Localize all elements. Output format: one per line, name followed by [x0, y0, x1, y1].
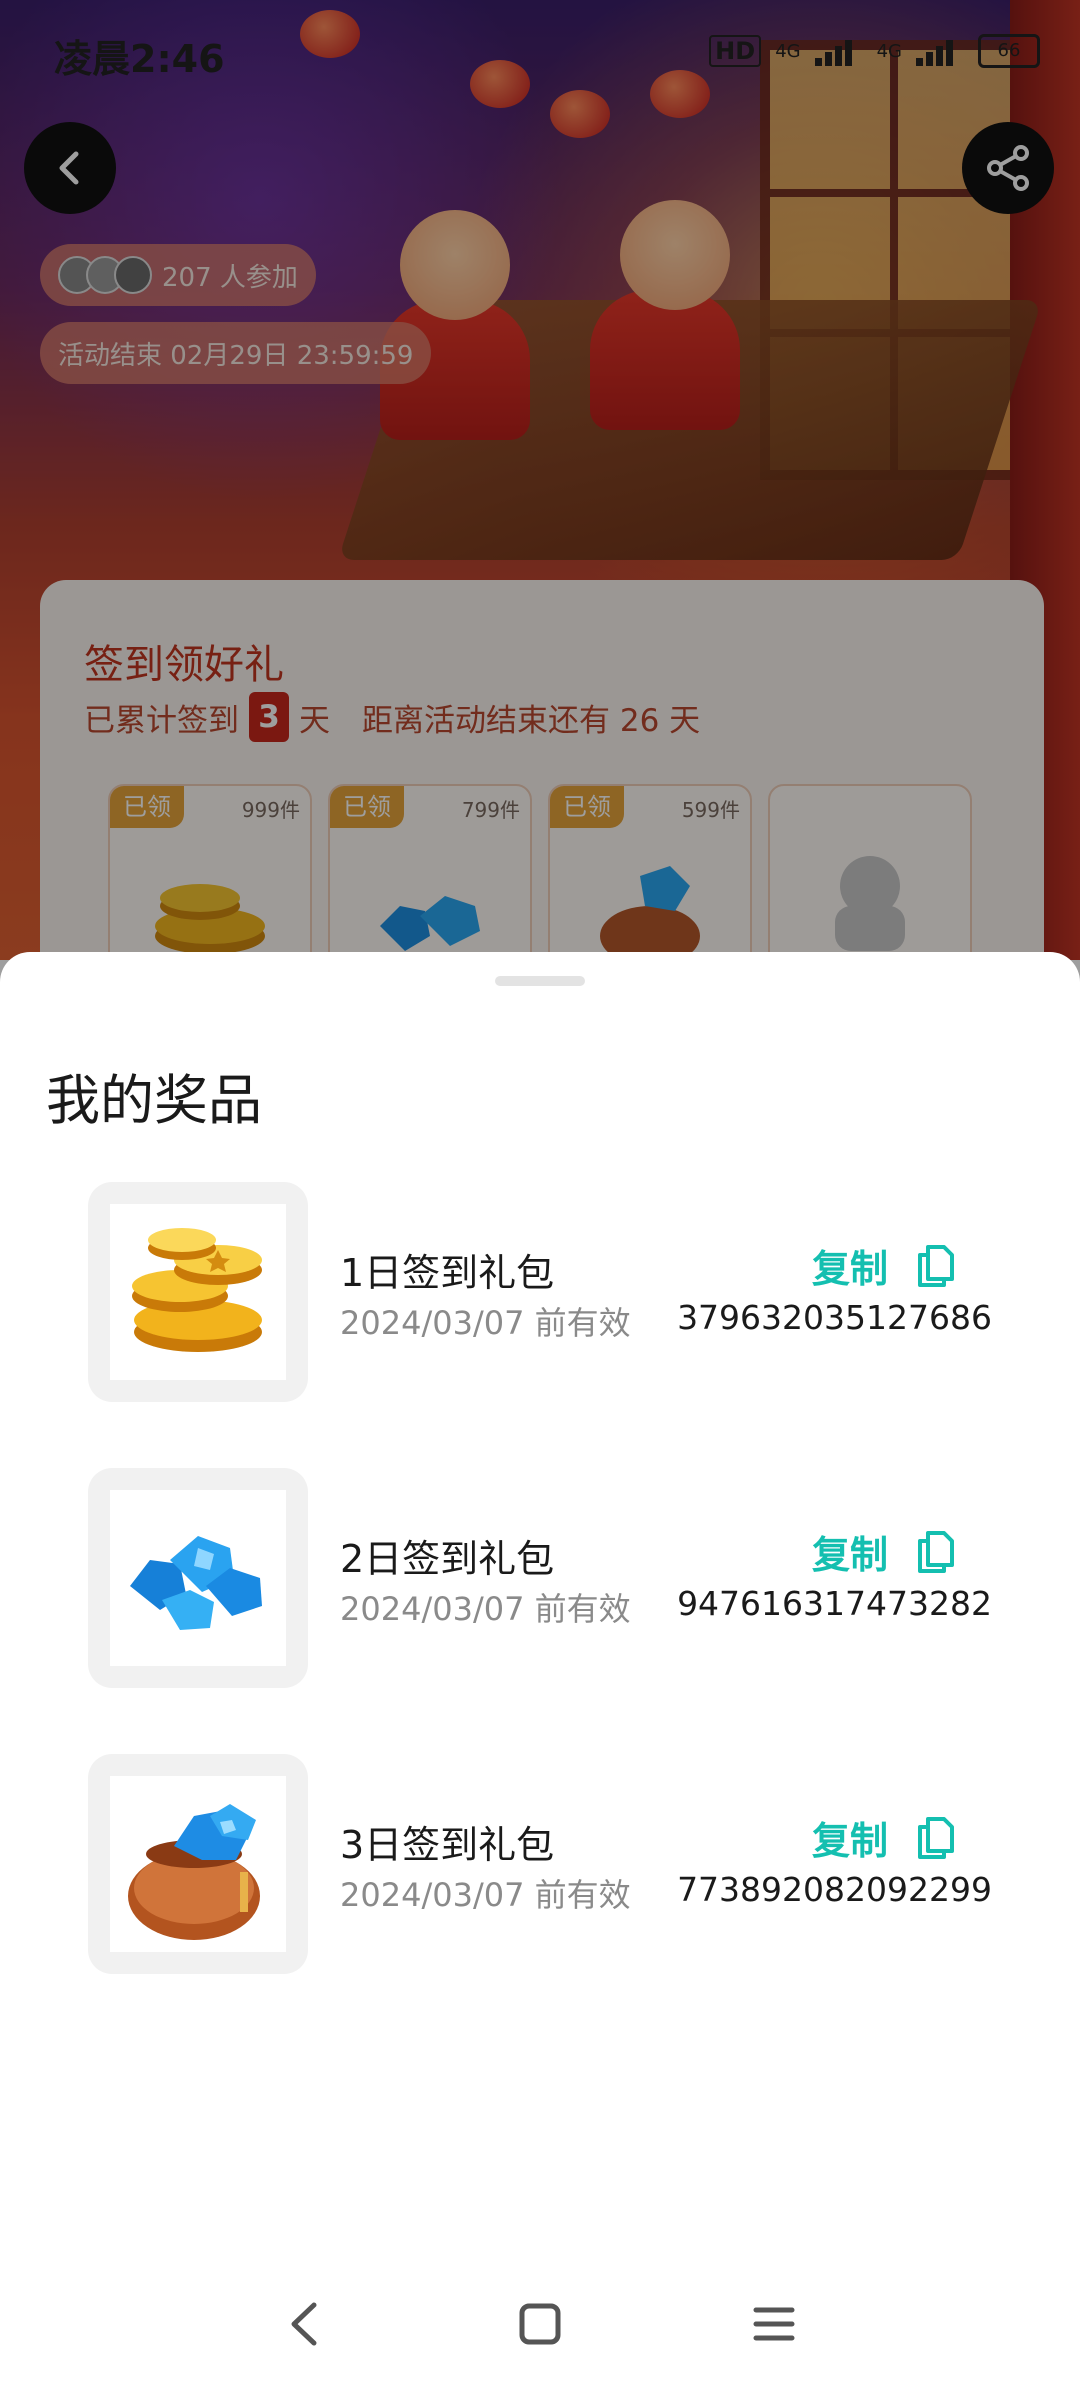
blue-gems-icon	[130, 1536, 262, 1630]
prize-image	[110, 1204, 286, 1380]
copy-label: 复制	[811, 1533, 888, 1577]
nav-home-button[interactable]	[500, 2284, 580, 2364]
copy-button[interactable]: 复制	[812, 1524, 956, 1579]
copy-icon	[918, 1816, 954, 1859]
copy-icon	[918, 1244, 954, 1287]
system-nav-bar	[0, 2240, 1080, 2400]
prize-name: 2日签到礼包	[340, 1537, 555, 1581]
prize-item: 3日签到礼包 2024/03/07 前有效 复制 773892082092299	[88, 1754, 992, 1974]
gem-bag-icon	[128, 1804, 260, 1940]
nav-back-icon	[291, 2302, 317, 2346]
nav-home-icon	[519, 2303, 561, 2345]
prize-validity: 2024/03/07 前有效	[340, 1304, 631, 1342]
prize-validity: 2024/03/07 前有效	[340, 1590, 631, 1628]
copy-label: 复制	[811, 1247, 888, 1291]
prize-code: 379632035127686	[677, 1298, 992, 1337]
sheet-title: 我的奖品	[46, 1069, 262, 1132]
prize-item: 1日签到礼包 2024/03/07 前有效 复制 379632035127686	[88, 1182, 992, 1402]
copy-button[interactable]: 复制	[812, 1238, 956, 1293]
prize-name: 1日签到礼包	[340, 1251, 555, 1295]
prize-thumbnail	[88, 1754, 308, 1974]
nav-menu-icon	[753, 2307, 795, 2341]
sheet-handle[interactable]	[495, 976, 585, 986]
prize-thumbnail	[88, 1468, 308, 1688]
prize-code: 773892082092299	[677, 1870, 992, 1909]
gold-coins-icon	[132, 1228, 262, 1352]
prize-image	[110, 1776, 286, 1952]
prize-image	[110, 1490, 286, 1666]
prize-validity: 2024/03/07 前有效	[340, 1876, 631, 1914]
copy-label: 复制	[811, 1819, 888, 1863]
copy-button[interactable]: 复制	[812, 1810, 956, 1865]
prizes-sheet: 我的奖品 1日签到礼包 2024/03/07 前有效 复制 3796320351…	[0, 952, 1080, 2400]
prize-item: 2日签到礼包 2024/03/07 前有效 复制 947616317473282	[88, 1468, 992, 1688]
prize-name: 3日签到礼包	[340, 1823, 555, 1867]
prize-code: 947616317473282	[677, 1584, 992, 1623]
copy-icon	[918, 1530, 954, 1573]
prize-thumbnail	[88, 1182, 308, 1402]
nav-menu-button[interactable]	[734, 2284, 814, 2364]
nav-back-button[interactable]	[264, 2284, 344, 2364]
